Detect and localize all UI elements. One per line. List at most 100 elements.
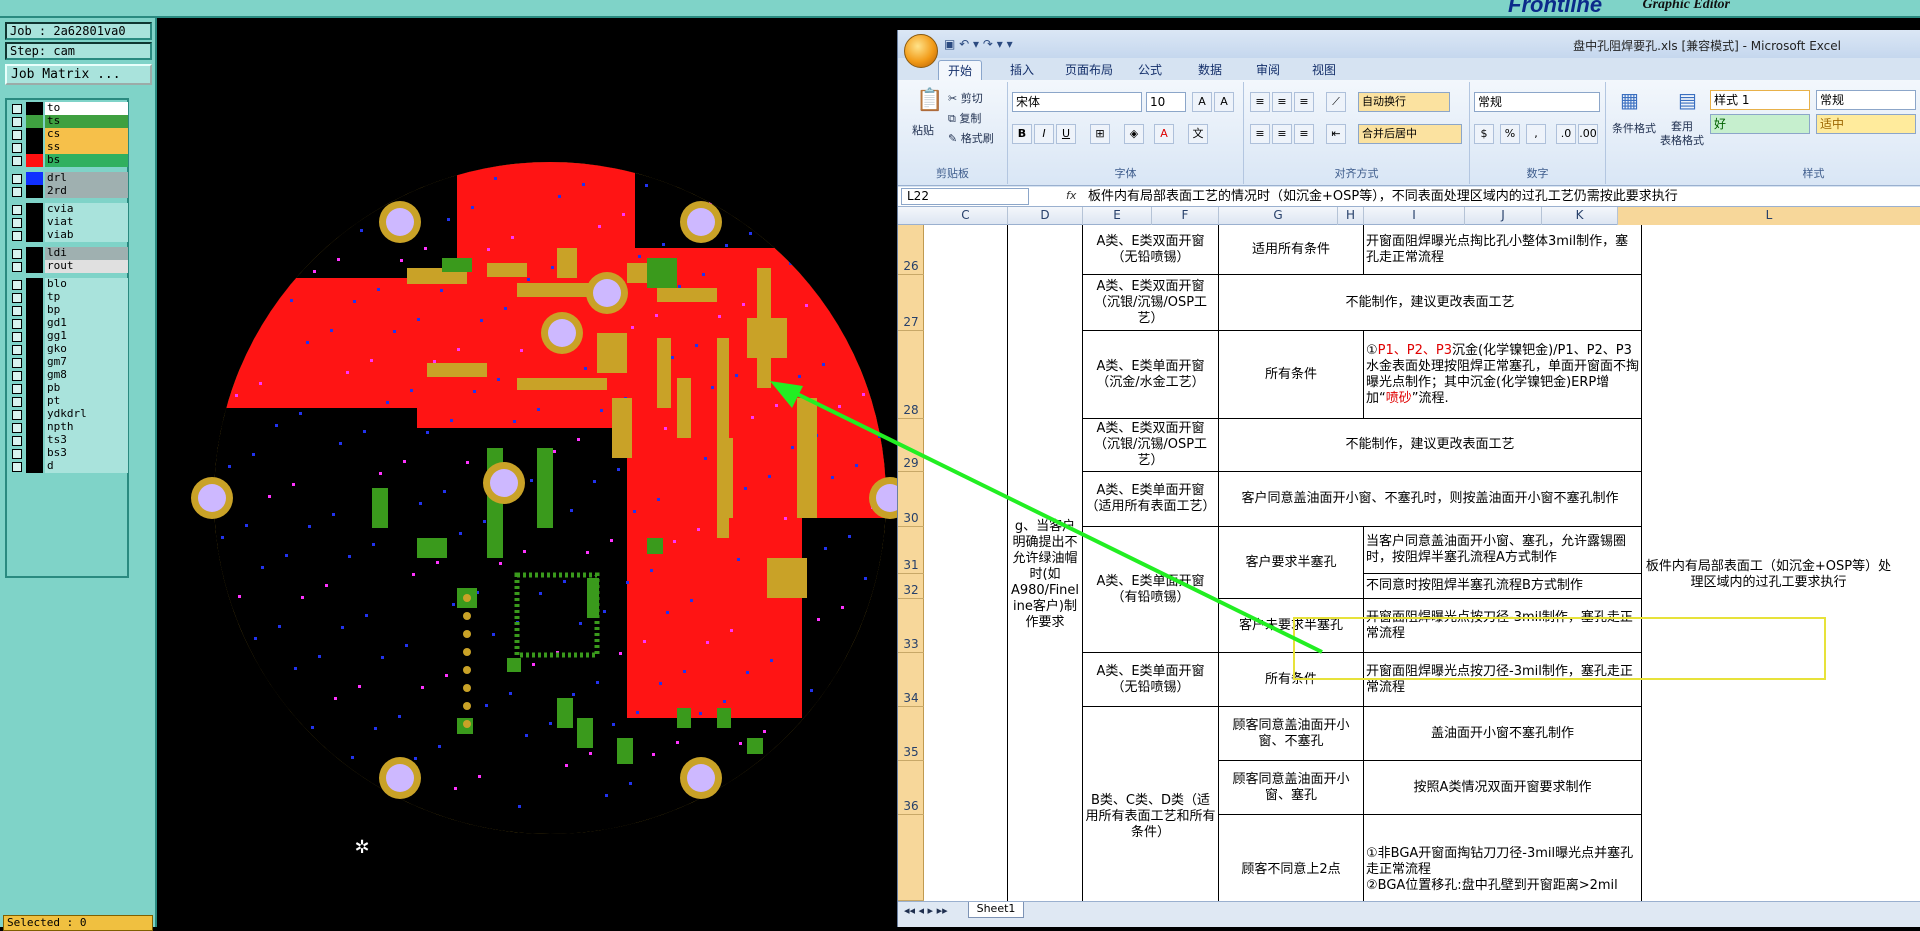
bold-button[interactable]: B — [1012, 124, 1032, 144]
paste-button[interactable]: 粘贴 — [912, 122, 934, 138]
tab-1[interactable]: 插入 — [1000, 60, 1044, 80]
layer-row-bs3[interactable]: bs3 — [10, 447, 128, 460]
layer-checkbox[interactable] — [12, 436, 22, 446]
increase-decimal-button[interactable]: .0 — [1556, 124, 1576, 144]
layer-row-to[interactable]: to — [10, 102, 128, 115]
layer-row-tp[interactable]: tp — [10, 291, 128, 304]
layer-checkbox[interactable] — [12, 345, 22, 355]
cell-g35[interactable]: 顾客同意盖油面开小窗、不塞孔 — [1219, 707, 1364, 761]
layer-checkbox[interactable] — [12, 371, 22, 381]
layer-row-d[interactable]: d — [10, 460, 128, 473]
layer-checkbox[interactable] — [12, 249, 22, 259]
cell-i28[interactable]: ①P1、P2、P3沉金(化学镍钯金)/P1、P2、P3水金表面处理按阻焊正常塞孔… — [1364, 331, 1642, 419]
name-box[interactable]: L22 — [901, 188, 1029, 205]
layer-row-gko[interactable]: gko — [10, 343, 128, 356]
layer-row-ss[interactable]: ss — [10, 141, 128, 154]
merge-center-button[interactable]: 合并后居中 — [1358, 124, 1462, 144]
layer-row-blo[interactable]: blo — [10, 278, 128, 291]
tab-6[interactable]: 视图 — [1302, 60, 1346, 80]
layer-checkbox[interactable] — [12, 449, 22, 459]
number-format-select[interactable]: 常规 — [1474, 92, 1600, 112]
layer-checkbox[interactable] — [12, 231, 22, 241]
cell-g30[interactable]: 客户同意盖油面开小窗、不塞孔时，则按盖油面开小窗不塞孔制作 — [1219, 472, 1642, 527]
table-format-button[interactable]: 套用 表格格式 — [1660, 120, 1704, 148]
row-header[interactable]: 27 — [898, 275, 924, 331]
layer-checkbox[interactable] — [12, 293, 22, 303]
row-header[interactable]: 36 — [898, 761, 924, 815]
cell-g27[interactable]: 不能制作，建议更改表面工艺 — [1219, 275, 1642, 331]
column-header-J[interactable]: J — [1465, 207, 1542, 225]
font-name-select[interactable]: 宋体 — [1012, 92, 1142, 112]
layer-row-gd1[interactable]: gd1 — [10, 317, 128, 330]
row-header[interactable]: 30 — [898, 472, 924, 527]
layer-checkbox[interactable] — [12, 104, 22, 114]
currency-button[interactable]: $ — [1474, 124, 1494, 144]
layer-checkbox[interactable] — [12, 262, 22, 272]
quick-access-toolbar[interactable]: ▣ ↶ ▾ ↷ ▾ ▾ — [944, 37, 1013, 51]
formula-input[interactable]: 板件内有局部表面工艺的情况时（如沉金+OSP等），不同表面处理区域内的过孔工艺仍… — [1088, 188, 1678, 205]
cell-e26[interactable]: A类、E类双面开窗（无铅喷锡） — [1083, 225, 1219, 275]
layer-row-pb[interactable]: pb — [10, 382, 128, 395]
pcb-canvas[interactable]: ✲ — [157, 18, 911, 927]
layer-checkbox[interactable] — [12, 462, 22, 472]
row-header[interactable]: 29 — [898, 419, 924, 472]
cell-e29[interactable]: A类、E类双面开窗（沉银/沉锡/OSP工艺） — [1083, 419, 1219, 472]
cell-g26[interactable]: 适用所有条件 — [1219, 225, 1364, 275]
cell-i31[interactable]: 当客户同意盖油面开小窗、塞孔，允许露锡圈时，按阻焊半塞孔流程A方式制作 — [1364, 527, 1642, 574]
cell-e31[interactable]: A类、E类单面开窗（有铅喷锡） — [1083, 527, 1219, 653]
sheet-tab[interactable]: Sheet1 — [968, 902, 1024, 918]
conditional-format-button[interactable]: 条件格式 — [1612, 120, 1656, 136]
cell-i26[interactable]: 开窗面阻焊曝光点掏比孔小整体3mil制作，塞孔走正常流程 — [1364, 225, 1642, 275]
layer-row-ts3[interactable]: ts3 — [10, 434, 128, 447]
fx-icon[interactable]: fx — [1066, 189, 1076, 202]
cut-button[interactable]: ✂ 剪切 — [948, 90, 983, 106]
align-right-button[interactable]: ≡ — [1294, 124, 1314, 144]
cell-l-merge[interactable]: 板件内有局部表面工（如沉金+OSP等）处理区域内的过孔工要求执行 — [1642, 225, 1895, 901]
cell-i36[interactable]: 按照A类情况双面开窗要求制作 — [1364, 761, 1642, 815]
column-header-E[interactable]: E — [1083, 207, 1152, 225]
underline-button[interactable]: U — [1056, 124, 1076, 144]
layer-row-bs[interactable]: bs — [10, 154, 128, 167]
cell-e35[interactable]: B类、C类、D类（适用所有表面工艺和所有条件） — [1083, 707, 1219, 901]
italic-button[interactable]: I — [1034, 124, 1054, 144]
column-header-L[interactable]: L — [1618, 207, 1920, 225]
percent-button[interactable]: % — [1500, 124, 1520, 144]
wrap-text-button[interactable]: 自动换行 — [1358, 92, 1450, 112]
layer-checkbox[interactable] — [12, 174, 22, 184]
orientation-button[interactable]: ⟋ — [1326, 92, 1346, 112]
decrease-decimal-button[interactable]: .00 — [1578, 124, 1598, 144]
layer-checkbox[interactable] — [12, 397, 22, 407]
tab-2[interactable]: 页面布局 — [1058, 60, 1120, 80]
job-matrix-button[interactable]: Job Matrix ... — [5, 64, 152, 85]
layer-checkbox[interactable] — [12, 358, 22, 368]
layer-checkbox[interactable] — [12, 384, 22, 394]
style-1-cell[interactable]: 样式 1 — [1710, 90, 1810, 110]
border-button[interactable]: ⊞ — [1090, 124, 1110, 144]
layer-checkbox[interactable] — [12, 117, 22, 127]
align-left-button[interactable]: ≡ — [1250, 124, 1270, 144]
column-header-I[interactable]: I — [1364, 207, 1465, 225]
column-header-H[interactable]: H — [1338, 207, 1364, 225]
spreadsheet-grid[interactable]: g、当客户明确提出不允许绿油帽时(如A980/Finel ine客户)制作要求 A… — [924, 225, 1920, 901]
style-good-cell[interactable]: 好 — [1710, 114, 1810, 134]
layer-checkbox[interactable] — [12, 143, 22, 153]
grow-font-button[interactable]: A — [1192, 92, 1212, 112]
layer-row-bp[interactable]: bp — [10, 304, 128, 317]
layer-row-gg1[interactable]: gg1 — [10, 330, 128, 343]
layer-checkbox[interactable] — [12, 205, 22, 215]
tab-home[interactable]: 开始 — [938, 60, 982, 80]
tab-3[interactable]: 公式 — [1128, 60, 1172, 80]
font-size-select[interactable]: 10 — [1146, 92, 1186, 112]
paste-icon[interactable]: 📋 — [916, 88, 943, 113]
layer-checkbox[interactable] — [12, 332, 22, 342]
layer-checkbox[interactable] — [12, 130, 22, 140]
row-header[interactable]: 32 — [898, 574, 924, 599]
layer-checkbox[interactable] — [12, 319, 22, 329]
column-header-F[interactable]: F — [1152, 207, 1219, 225]
cell-e28[interactable]: A类、E类单面开窗（沉金/水金工艺） — [1083, 331, 1219, 419]
cell-g29[interactable]: 不能制作，建议更改表面工艺 — [1219, 419, 1642, 472]
row-header[interactable]: 28 — [898, 331, 924, 419]
tab-5[interactable]: 审阅 — [1246, 60, 1290, 80]
format-painter-button[interactable]: ✎ 格式刷 — [948, 130, 994, 146]
layer-row-gm7[interactable]: gm7 — [10, 356, 128, 369]
